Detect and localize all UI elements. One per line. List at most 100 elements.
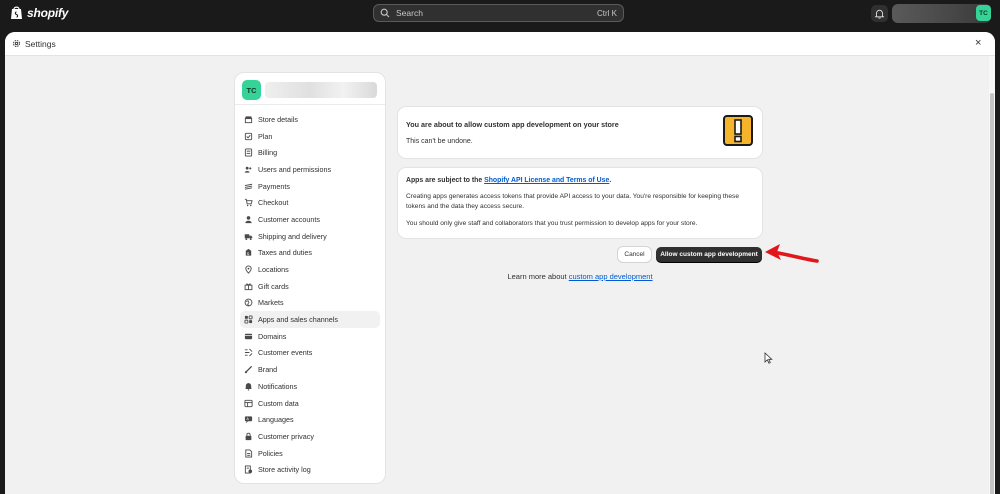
sidebar-item-label: Custom data — [258, 398, 299, 408]
sidebar-item-gift-cards[interactable]: Gift cards — [240, 278, 380, 295]
settings-sidebar: TC Store details Plan Billing Users and per… — [235, 73, 385, 483]
sidebar-item-label: Plan — [258, 131, 273, 141]
truck-icon — [244, 233, 253, 240]
policies-icon — [245, 449, 253, 458]
sidebar-item-shipping-and-delivery[interactable]: Shipping and delivery — [240, 228, 380, 245]
sidebar-item-billing[interactable]: Billing — [240, 144, 380, 161]
sidebar-item-label: Locations — [258, 265, 289, 275]
bell-icon — [245, 383, 252, 391]
store-icon — [244, 116, 253, 123]
sidebar-item-label: Checkout — [258, 198, 289, 208]
payments-icon — [244, 183, 253, 190]
terms-card: Apps are subject to the Shopify API Lice… — [398, 168, 762, 238]
users-icon — [244, 166, 252, 173]
account-avatar[interactable]: TC — [976, 5, 991, 21]
sidebar-item-checkout[interactable]: Checkout — [240, 194, 380, 211]
scrollbar-thumb[interactable] — [990, 93, 994, 494]
sidebar-item-label: Users and permissions — [258, 164, 332, 174]
gear-icon — [13, 40, 20, 47]
top-bar: shopify Search Ctrl K TC — [0, 0, 1000, 27]
sidebar-item-plan[interactable]: Plan — [240, 128, 380, 145]
sidebar-item-markets[interactable]: Markets — [240, 295, 380, 312]
sidebar-item-label: Domains — [258, 331, 287, 341]
sidebar-item-domains[interactable]: Domains — [240, 328, 380, 345]
shopify-logo[interactable]: shopify — [10, 5, 68, 20]
sidebar-item-custom-data[interactable]: Custom data — [240, 395, 380, 412]
terms-paragraph-trust: You should only give staff and collabora… — [406, 220, 698, 227]
sidebar-item-label: Store details — [258, 114, 298, 124]
sidebar-item-label: Customer events — [258, 348, 313, 358]
settings-header: Settings × — [5, 32, 995, 56]
lock-icon — [245, 432, 252, 441]
sidebar-item-label: Taxes and duties — [258, 248, 312, 258]
apps-icon — [244, 315, 253, 324]
sidebar-item-customer-accounts[interactable]: Customer accounts — [240, 211, 380, 228]
sidebar-item-customer-privacy[interactable]: Customer privacy — [240, 428, 380, 445]
location-icon — [245, 265, 252, 274]
scrollbar[interactable] — [989, 56, 995, 494]
store-switcher[interactable]: TC — [235, 73, 385, 105]
red-arrow-annotation-icon — [765, 244, 819, 263]
sidebar-item-brand[interactable]: Brand — [240, 361, 380, 378]
sidebar-item-label: Customer privacy — [258, 431, 314, 441]
sidebar-item-policies[interactable]: Policies — [240, 445, 380, 462]
search-placeholder: Search — [396, 8, 423, 18]
sidebar-item-label: Markets — [258, 298, 284, 308]
languages-icon: A — [244, 416, 253, 424]
billing-icon — [244, 148, 253, 157]
sidebar-item-customer-events[interactable]: Customer events — [240, 345, 380, 362]
shopify-bag-icon — [11, 6, 22, 19]
sidebar-nav-list: Store details Plan Billing Users and permis… — [240, 111, 380, 478]
sidebar-item-label: Store activity log — [258, 465, 311, 475]
logo-text: shopify — [27, 5, 69, 20]
bell-icon — [875, 9, 884, 19]
store-name-redacted — [265, 82, 377, 98]
sidebar-item-label: Shipping and delivery — [258, 231, 327, 241]
cancel-button[interactable]: Cancel — [618, 247, 651, 262]
events-icon — [244, 349, 253, 357]
sidebar-item-label: Customer accounts — [258, 214, 320, 224]
terms-paragraph-tokens: Creating apps generates access tokens th… — [406, 193, 739, 210]
mouse-cursor-icon — [764, 352, 773, 364]
checkout-icon — [244, 199, 253, 207]
sidebar-item-label: Payments — [258, 181, 290, 191]
domains-icon — [244, 333, 253, 339]
gift-icon — [244, 283, 253, 290]
sidebar-item-apps-and-sales-channels[interactable]: Apps and sales channels — [240, 311, 380, 328]
customer-icon — [245, 216, 252, 224]
sidebar-item-label: Languages — [258, 415, 294, 425]
svg-text:$: $ — [247, 252, 249, 256]
search-input[interactable]: Search Ctrl K — [373, 4, 624, 22]
learn-more-text: Learn more about custom app development — [398, 272, 762, 281]
close-icon[interactable]: × — [975, 37, 981, 49]
terms-heading: Apps are subject to the Shopify API Lice… — [406, 177, 611, 184]
search-shortcut: Ctrl K — [597, 8, 617, 18]
warning-card: You are about to allow custom app develo… — [398, 107, 762, 158]
plan-icon — [244, 132, 253, 140]
globe-icon — [244, 299, 253, 307]
taxes-icon: $ — [245, 249, 252, 256]
sidebar-item-locations[interactable]: Locations — [240, 261, 380, 278]
sidebar-item-languages[interactable]: A Languages — [240, 411, 380, 428]
warning-subtext: This can't be undone. — [406, 138, 473, 145]
api-license-link[interactable]: Shopify API License and Terms of Use — [484, 177, 609, 184]
allow-custom-app-development-button[interactable]: Allow custom app development — [656, 247, 762, 262]
sidebar-item-label: Brand — [258, 365, 278, 375]
sidebar-item-users-and-permissions[interactable]: Users and permissions — [240, 161, 380, 178]
brand-icon — [244, 366, 253, 374]
sidebar-item-label: Policies — [258, 448, 283, 458]
terms-heading-prefix: Apps are subject to the — [406, 177, 485, 184]
settings-title: Settings — [25, 39, 56, 49]
log-icon — [244, 465, 253, 474]
sidebar-item-label: Billing — [258, 148, 278, 158]
sidebar-item-notifications[interactable]: Notifications — [240, 378, 380, 395]
search-icon — [380, 8, 390, 18]
sidebar-item-label: Apps and sales channels — [258, 315, 338, 325]
sidebar-item-store-activity-log[interactable]: Store activity log — [240, 461, 380, 478]
data-icon — [244, 399, 253, 407]
sidebar-item-store-details[interactable]: Store details — [240, 111, 380, 128]
sidebar-item-payments[interactable]: Payments — [240, 178, 380, 195]
custom-app-development-link[interactable]: custom app development — [569, 272, 653, 281]
sidebar-item-taxes-and-duties[interactable]: $ Taxes and duties — [240, 245, 380, 262]
notifications-button[interactable] — [871, 5, 888, 22]
